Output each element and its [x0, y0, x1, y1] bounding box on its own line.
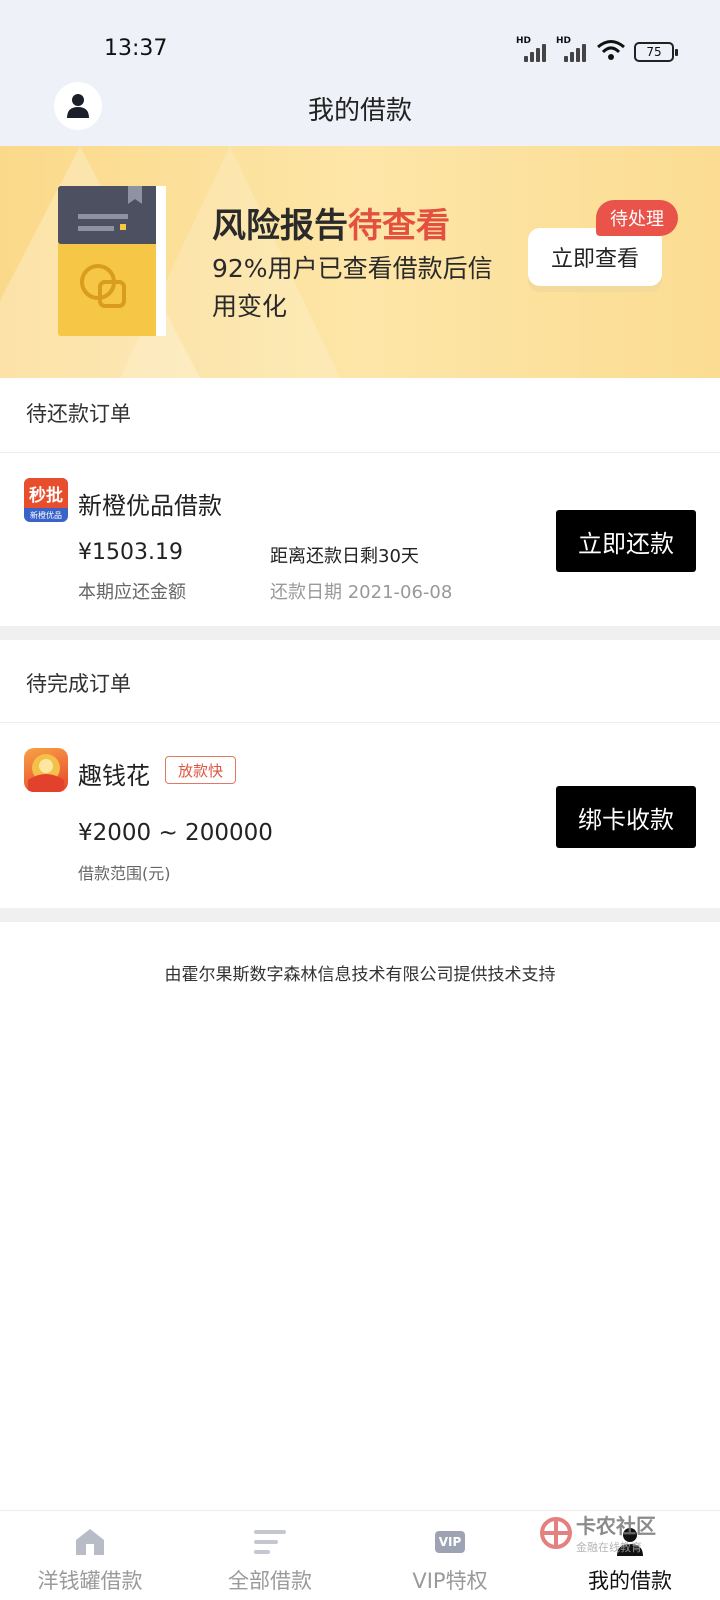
fast-loan-tag: 放款快 — [165, 756, 237, 784]
cellular-signal-icon-2: HD — [556, 36, 588, 62]
divider — [0, 452, 720, 453]
tab-label: 我的借款 — [588, 1569, 672, 1593]
watermark: 卡农社区 金融在线教育 — [540, 1510, 656, 1555]
due-countdown: 距离还款日剩30天 — [270, 546, 419, 567]
watermark-title: 卡农社区 — [576, 1514, 656, 1538]
tab-yangqianguan-loan[interactable]: 洋钱罐借款 — [0, 1511, 180, 1600]
tab-vip-privileges[interactable]: VIP VIP特权 — [360, 1511, 540, 1600]
tab-all-loans[interactable]: 全部借款 — [180, 1511, 360, 1600]
battery-icon: 75 — [634, 42, 678, 62]
order-name: 新橙优品借款 — [78, 492, 222, 520]
vip-icon: VIP — [435, 1531, 465, 1553]
order-name: 趣钱花 — [78, 762, 150, 790]
page-title: 我的借款 — [307, 96, 412, 126]
bind-card-button[interactable]: 绑卡收款 — [556, 786, 696, 848]
repay-section-title: 待还款订单 — [26, 402, 131, 426]
wifi-icon — [597, 40, 625, 60]
banner-subtitle: 92%用户已查看借款后信用变化 — [212, 254, 493, 321]
logo-text: 秒批 — [24, 478, 68, 508]
tab-label: 洋钱罐借款 — [37, 1569, 143, 1593]
view-now-button[interactable]: 立即查看 — [528, 228, 662, 286]
tech-support-text: 由霍尔果斯数字森林信息技术有限公司提供技术支持 — [164, 965, 556, 985]
repay-amount-caption: 本期应还金额 — [78, 582, 186, 603]
due-date: 还款日期 2021-06-08 — [270, 582, 453, 603]
watermark-logo-icon — [540, 1516, 572, 1549]
tab-label: VIP特权 — [412, 1569, 488, 1593]
list-icon — [254, 1530, 286, 1554]
sun-icon — [28, 754, 64, 792]
signal-hd-label-2: HD — [556, 36, 572, 46]
complete-section-title: 待完成订单 — [26, 672, 131, 696]
banner-title: 风险报告待查看 — [212, 198, 450, 247]
signal-hd-label: HD — [516, 36, 532, 46]
repay-amount: ¥1503.19 — [78, 540, 183, 565]
divider — [0, 722, 720, 723]
watermark-subtitle: 金融在线教育 — [576, 1541, 642, 1554]
section-separator — [0, 908, 720, 922]
risk-report-banner[interactable]: 风险报告待查看 92%用户已查看借款后信用变化 立即查看 待处理 — [0, 146, 720, 378]
cellular-signal-icon: HD — [516, 36, 548, 62]
quqianhua-app-logo — [24, 748, 68, 792]
banner-title-prefix: 风险报告 — [212, 206, 348, 246]
pending-badge: 待处理 — [596, 200, 678, 236]
xincheng-app-logo: 秒批 新橙优品 — [24, 478, 68, 522]
tab-label: 全部借款 — [228, 1569, 312, 1593]
logo-subtext: 新橙优品 — [30, 510, 62, 520]
home-icon — [76, 1529, 104, 1555]
loan-range-caption: 借款范围(元) — [78, 864, 171, 883]
status-icons: HD HD 75 — [516, 36, 678, 62]
report-book-icon — [58, 186, 166, 336]
section-separator — [0, 626, 720, 640]
loan-range: ¥2000 ~ 200000 — [78, 820, 273, 846]
battery-level: 75 — [646, 45, 662, 59]
top-bar: 13:37 HD HD 75 我的借款 — [0, 0, 720, 146]
repay-now-button[interactable]: 立即还款 — [556, 510, 696, 572]
banner-title-highlight: 待查看 — [348, 206, 450, 246]
status-time: 13:37 — [104, 36, 168, 61]
